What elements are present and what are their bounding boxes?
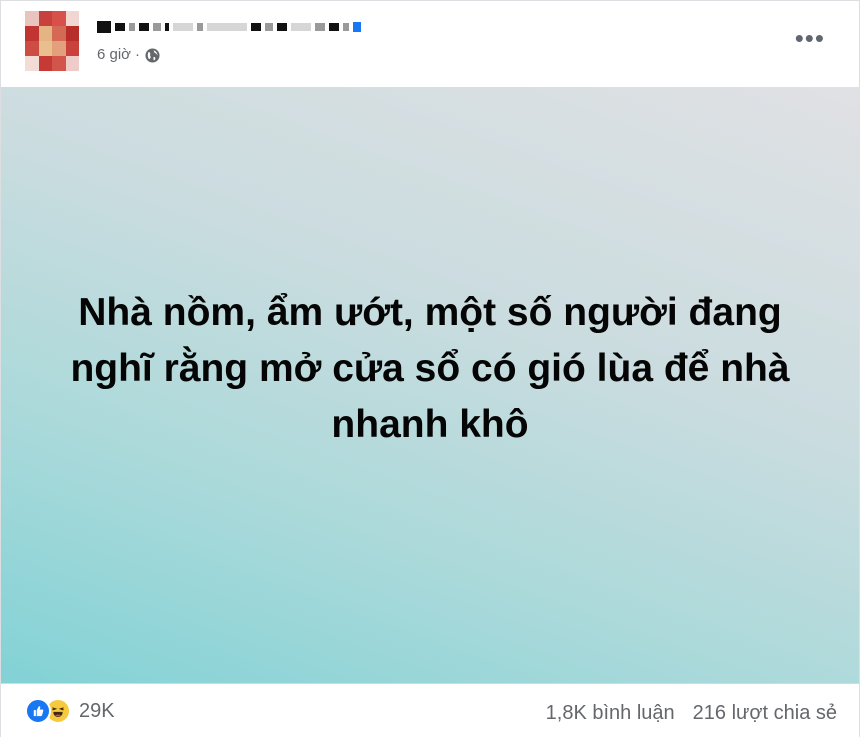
meta-separator: · — [135, 45, 141, 63]
author-name-pixelated[interactable] — [97, 15, 361, 39]
globe-icon[interactable] — [145, 48, 160, 63]
post-header: 6 giờ · ••• — [1, 1, 859, 87]
comments-count[interactable]: 1,8K bình luận — [546, 702, 675, 725]
facebook-post: 6 giờ · ••• Nhà nồm, ẩm ướt, một số ngườ… — [0, 0, 860, 737]
avatar[interactable] — [25, 11, 79, 71]
post-time[interactable]: 6 giờ — [97, 46, 131, 63]
post-text: Nhà nồm, ẩm ướt, một số người đang nghĩ … — [70, 291, 790, 446]
text-post-background: Nhà nồm, ẩm ướt, một số người đang nghĩ … — [1, 87, 859, 683]
reaction-count[interactable]: 29K — [79, 700, 115, 723]
shares-count[interactable]: 216 lượt chia sẻ — [693, 702, 837, 725]
engagement-stats: 1,8K bình luận 216 lượt chia sẻ — [546, 702, 837, 725]
more-options-icon[interactable]: ••• — [795, 25, 825, 51]
like-icon — [25, 698, 51, 724]
post-footer: 29K 1,8K bình luận 216 lượt chia sẻ — [1, 683, 859, 737]
reactions-summary[interactable]: 29K — [25, 698, 115, 724]
post-meta: 6 giờ · — [97, 45, 160, 63]
